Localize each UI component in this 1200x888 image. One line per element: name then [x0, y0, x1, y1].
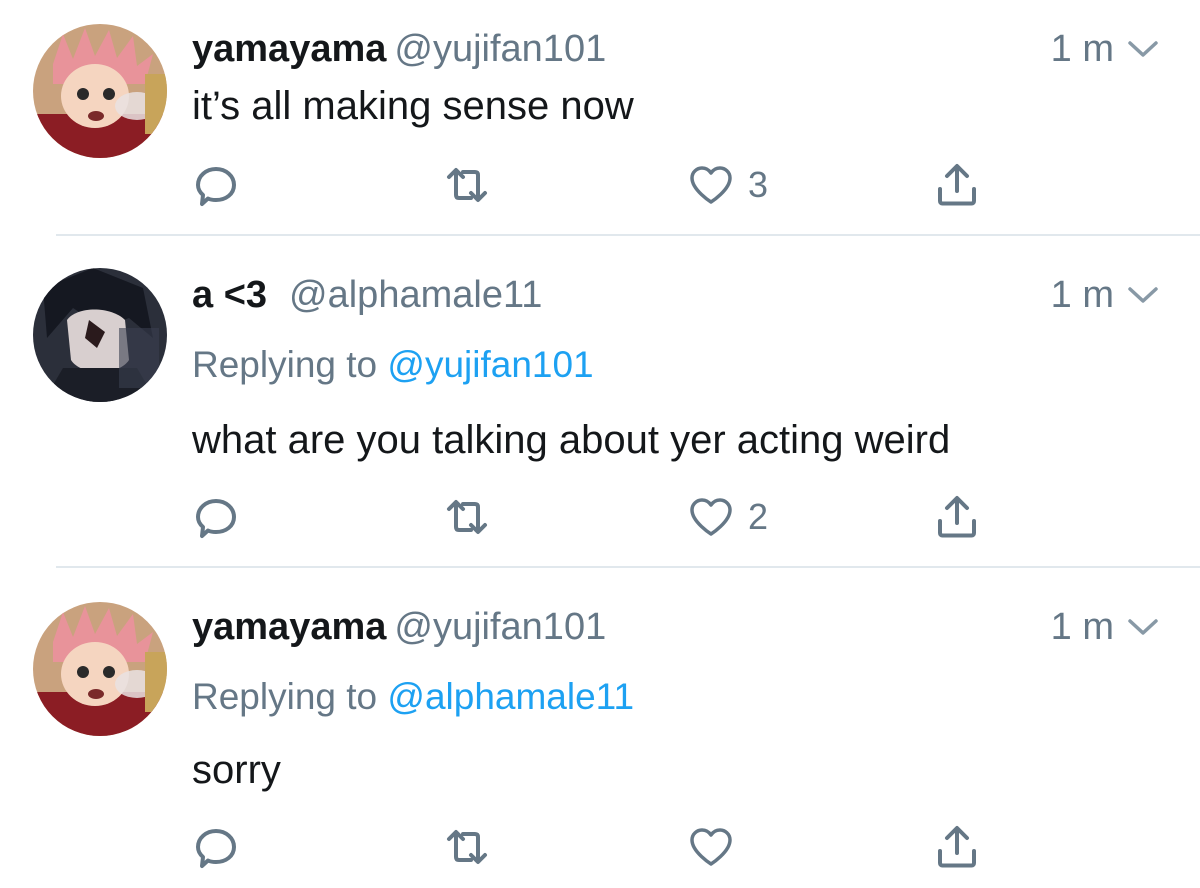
reply-handle-link[interactable]: @yujifan101	[387, 344, 593, 385]
heart-icon	[690, 498, 732, 536]
user-handle[interactable]: @yujifan101	[394, 606, 606, 648]
like-count: 2	[748, 496, 769, 537]
tweet-header: yamayama @yujifan101 1 m	[192, 24, 1160, 74]
replying-to: Replying to @alphamale11	[192, 672, 634, 722]
like-button[interactable]: 3	[688, 160, 768, 210]
reply-button[interactable]	[192, 160, 240, 210]
chevron-down-icon[interactable]	[1126, 616, 1160, 638]
retweet-icon	[447, 830, 487, 864]
retweet-icon	[447, 168, 487, 202]
replying-label: Replying to	[192, 344, 378, 385]
retweet-button[interactable]	[442, 492, 492, 542]
like-button[interactable]: 2	[688, 492, 768, 542]
tweet-header: yamayama @yujifan101 1 m	[192, 602, 1160, 652]
reply-button[interactable]	[192, 492, 240, 542]
share-icon	[938, 496, 976, 538]
retweet-icon	[447, 500, 487, 534]
tweet-actions: 2	[192, 492, 1012, 542]
tweet-text: what are you talking about yer acting we…	[192, 418, 951, 462]
tweet[interactable]: yamayama @yujifan101 1 m Replying to @alp…	[0, 568, 1200, 888]
heart-icon	[690, 828, 732, 866]
display-name[interactable]: a <3	[192, 274, 267, 316]
share-button[interactable]	[934, 160, 980, 210]
user-handle[interactable]: @alphamale11	[289, 274, 542, 316]
tweet-text: sorry	[192, 748, 281, 792]
like-count: 3	[748, 164, 769, 205]
reply-icon	[196, 829, 236, 868]
reply-icon	[196, 167, 236, 206]
share-button[interactable]	[934, 492, 980, 542]
replying-label: Replying to	[192, 676, 378, 717]
tweet[interactable]: yamayama @yujifan101 1 m it’s all making …	[0, 0, 1200, 236]
timestamp[interactable]: 1 m	[1051, 24, 1114, 74]
replying-to: Replying to @yujifan101	[192, 340, 594, 390]
display-name[interactable]: yamayama	[192, 606, 386, 648]
chevron-down-icon[interactable]	[1126, 284, 1160, 306]
share-icon	[938, 164, 976, 206]
tweet-actions: 3	[192, 160, 1012, 210]
heart-icon	[690, 166, 732, 204]
reply-icon	[196, 499, 236, 538]
chevron-down-icon[interactable]	[1126, 38, 1160, 60]
share-button[interactable]	[934, 822, 980, 872]
share-icon	[938, 826, 976, 868]
user-handle[interactable]: @yujifan101	[394, 28, 606, 70]
display-name[interactable]: yamayama	[192, 28, 386, 70]
timestamp[interactable]: 1 m	[1051, 602, 1114, 652]
tweet-text: it’s all making sense now	[192, 84, 634, 128]
reply-button[interactable]	[192, 822, 240, 872]
tweet[interactable]: a <3 @alphamale11 1 m Replying to @yujifa…	[0, 236, 1200, 568]
reply-handle-link[interactable]: @alphamale11	[387, 676, 634, 717]
tweet-thread: yamayama @yujifan101 1 m it’s all making …	[0, 0, 1200, 888]
like-button[interactable]	[688, 822, 748, 872]
avatar[interactable]	[33, 602, 167, 736]
avatar[interactable]	[33, 24, 167, 158]
retweet-button[interactable]	[442, 160, 492, 210]
retweet-button[interactable]	[442, 822, 492, 872]
timestamp[interactable]: 1 m	[1051, 270, 1114, 320]
avatar[interactable]	[33, 268, 167, 402]
tweet-actions	[192, 822, 1012, 872]
tweet-header: a <3 @alphamale11 1 m	[192, 270, 1160, 320]
